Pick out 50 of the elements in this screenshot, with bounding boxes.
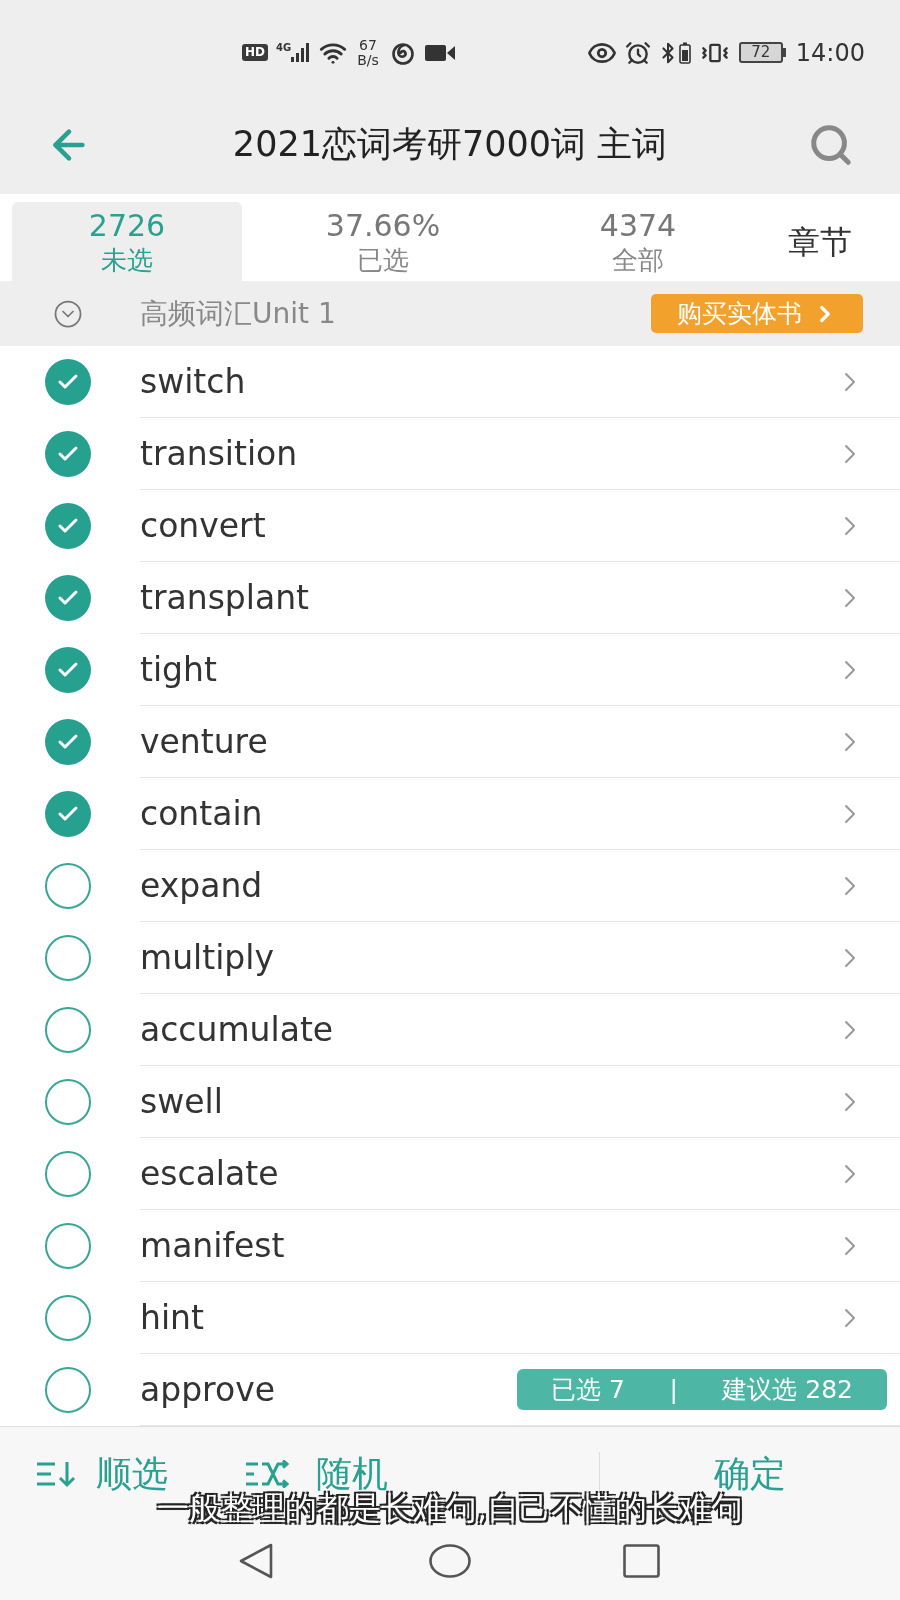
page-title: 2021恋词考研7000词 主词	[232, 127, 668, 162]
checkbox[interactable]	[45, 359, 91, 405]
shuffle-icon	[245, 1460, 289, 1488]
checkbox[interactable]	[45, 503, 91, 549]
word-text[interactable]: transplant	[140, 581, 310, 614]
word-text[interactable]: hint	[140, 1301, 204, 1334]
video-subtitle: 一般整理的都是长难句,自己不懂的长难句	[156, 1492, 744, 1524]
word-text[interactable]: venture	[140, 725, 268, 758]
checkbox[interactable]	[45, 647, 91, 693]
network-type-label: 4G	[276, 43, 292, 53]
signal-bars-icon	[291, 43, 312, 62]
battery-percentage: 72	[751, 45, 771, 60]
word-text[interactable]: transition	[140, 437, 298, 470]
circle-home-icon[interactable]	[429, 1543, 471, 1578]
checkbox[interactable]	[45, 1151, 91, 1197]
checkbox[interactable]	[45, 935, 91, 981]
clock-time: 14:00	[795, 40, 865, 65]
video-camera-icon	[424, 42, 455, 63]
network-speed-value: 67	[359, 37, 377, 53]
battery-vertical-icon	[678, 41, 691, 64]
network-speed-unit: B/s	[357, 52, 379, 68]
word-text[interactable]: convert	[140, 509, 266, 542]
sort-down-icon	[36, 1460, 78, 1488]
word-text[interactable]: multiply	[140, 941, 274, 974]
checkbox[interactable]	[45, 575, 91, 621]
checkbox[interactable]	[45, 791, 91, 837]
checkbox[interactable]	[45, 1223, 91, 1269]
hd-indicator: HD	[242, 44, 268, 61]
word-text[interactable]: expand	[140, 869, 263, 902]
checkbox[interactable]	[45, 1079, 91, 1125]
section-title: 高频词汇Unit 1	[140, 299, 336, 328]
checkbox[interactable]	[45, 431, 91, 477]
square-icon[interactable]	[623, 1543, 660, 1578]
checkbox[interactable]	[45, 863, 91, 909]
word-text[interactable]: tight	[140, 653, 217, 686]
word-text[interactable]: swell	[140, 1085, 223, 1118]
word-text[interactable]: accumulate	[140, 1013, 334, 1046]
word-text[interactable]: switch	[140, 365, 246, 398]
checkbox[interactable]	[45, 719, 91, 765]
triangle-back-icon[interactable]	[238, 1542, 274, 1579]
word-text[interactable]: contain	[140, 797, 263, 830]
checkbox[interactable]	[45, 1295, 91, 1341]
checkbox[interactable]	[45, 1367, 91, 1413]
checkbox[interactable]	[45, 1007, 91, 1053]
word-text[interactable]: approve	[140, 1373, 275, 1406]
word-text[interactable]: manifest	[140, 1229, 285, 1262]
alarm-clock-icon	[624, 39, 651, 66]
swirl-icon	[390, 40, 415, 65]
word-text[interactable]: escalate	[140, 1157, 279, 1190]
chevron-down-circle-icon[interactable]	[53, 298, 83, 329]
